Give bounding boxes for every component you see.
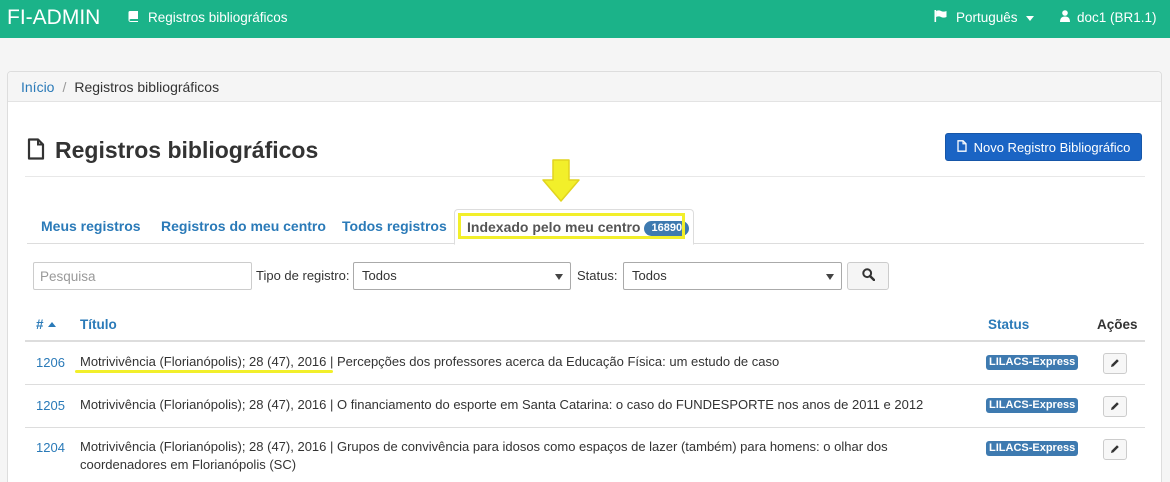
- tab-registros-meu-centro[interactable]: Registros do meu centro: [161, 209, 326, 244]
- column-header-id[interactable]: #: [36, 317, 56, 333]
- record-title: Motrivivência (Florianópolis); 28 (47), …: [80, 439, 888, 472]
- record-id-link[interactable]: 1206: [36, 355, 65, 370]
- status-badge: LILACS-Express: [986, 355, 1079, 370]
- records-table: # Título Status Ações 1206 Motrivivência…: [25, 306, 1145, 482]
- pencil-icon: [1110, 356, 1120, 371]
- record-title: Motrivivência (Florianópolis); 28 (47), …: [80, 397, 924, 412]
- search-button[interactable]: [847, 262, 889, 290]
- record-id-link[interactable]: 1205: [36, 398, 65, 413]
- brand-logo[interactable]: FI-ADMIN: [7, 6, 100, 30]
- user-label: doc1 (BR1.1): [1077, 10, 1157, 25]
- type-label: Tipo de registro:: [256, 268, 350, 283]
- status-select[interactable]: Todos: [623, 262, 842, 290]
- type-select[interactable]: Todos: [353, 262, 571, 290]
- search-input[interactable]: [33, 262, 252, 290]
- new-record-button[interactable]: Novo Registro Bibliográfico: [945, 133, 1142, 161]
- user-menu[interactable]: doc1 (BR1.1): [1060, 10, 1157, 26]
- main-panel: Início / Registros bibliográficos Registro…: [7, 71, 1162, 482]
- record-tabs: Meus registros Registros do meu centro T…: [27, 209, 1144, 245]
- page-title-block: Registros bibliográficos: [27, 137, 318, 164]
- edit-button[interactable]: [1103, 396, 1127, 417]
- breadcrumb-current: Registros bibliográficos: [74, 79, 220, 95]
- breadcrumb: Início / Registros bibliográficos: [8, 72, 1161, 102]
- tab-highlight-box: [458, 213, 685, 239]
- status-label: Status:: [577, 268, 618, 283]
- user-icon: [1060, 10, 1070, 26]
- edit-button[interactable]: [1103, 353, 1127, 374]
- column-header-title[interactable]: Título: [80, 317, 117, 333]
- title-divider: [25, 176, 1145, 177]
- top-navbar: FI-ADMIN Registros bibliográficos Portug…: [0, 0, 1170, 38]
- status-select-value: Todos: [632, 268, 667, 283]
- table-row: 1204 Motrivivência (Florianópolis); 28 (…: [25, 428, 1145, 482]
- edit-button[interactable]: [1103, 439, 1127, 460]
- record-id-link[interactable]: 1204: [36, 440, 65, 455]
- type-select-value: Todos: [362, 268, 397, 283]
- highlight-underline: [75, 370, 333, 373]
- breadcrumb-separator: /: [62, 79, 67, 95]
- nav-registros-label: Registros bibliográficos: [148, 10, 288, 25]
- nav-registros-link[interactable]: Registros bibliográficos: [128, 10, 288, 26]
- document-icon: [27, 138, 45, 163]
- table-row: 1206 Motrivivência (Florianópolis); 28 (…: [25, 342, 1145, 385]
- chevron-down-icon: [555, 274, 563, 280]
- table-header: # Título Status Ações: [25, 306, 1145, 342]
- book-icon: [128, 10, 139, 26]
- magnifier-icon: [861, 268, 875, 284]
- tab-indexado-meu-centro[interactable]: Indexado pelo meu centro 16890: [454, 209, 694, 245]
- status-badge: LILACS-Express: [986, 398, 1079, 413]
- record-title: Motrivivência (Florianópolis); 28 (47), …: [80, 354, 780, 369]
- language-label: Português: [956, 10, 1018, 25]
- language-dropdown[interactable]: Português: [934, 10, 1034, 26]
- flag-icon: [934, 10, 947, 26]
- tab-todos-registros[interactable]: Todos registros: [342, 209, 447, 244]
- column-header-id-label: #: [36, 317, 44, 332]
- arrow-down-icon: [542, 159, 580, 202]
- sort-asc-icon: [47, 322, 56, 327]
- document-icon: [956, 139, 967, 155]
- page-title: Registros bibliográficos: [55, 137, 319, 163]
- status-badge: LILACS-Express: [986, 441, 1079, 456]
- pencil-icon: [1110, 442, 1120, 457]
- pencil-icon: [1110, 399, 1120, 414]
- column-header-actions: Ações: [1097, 317, 1138, 332]
- breadcrumb-home-link[interactable]: Início: [21, 79, 54, 95]
- chevron-down-icon: [1025, 15, 1034, 21]
- chevron-down-icon: [826, 274, 834, 280]
- tab-meus-registros[interactable]: Meus registros: [41, 209, 141, 244]
- column-header-status[interactable]: Status: [988, 317, 1029, 333]
- new-record-label: Novo Registro Bibliográfico: [973, 139, 1131, 155]
- table-row: 1205 Motrivivência (Florianópolis); 28 (…: [25, 385, 1145, 428]
